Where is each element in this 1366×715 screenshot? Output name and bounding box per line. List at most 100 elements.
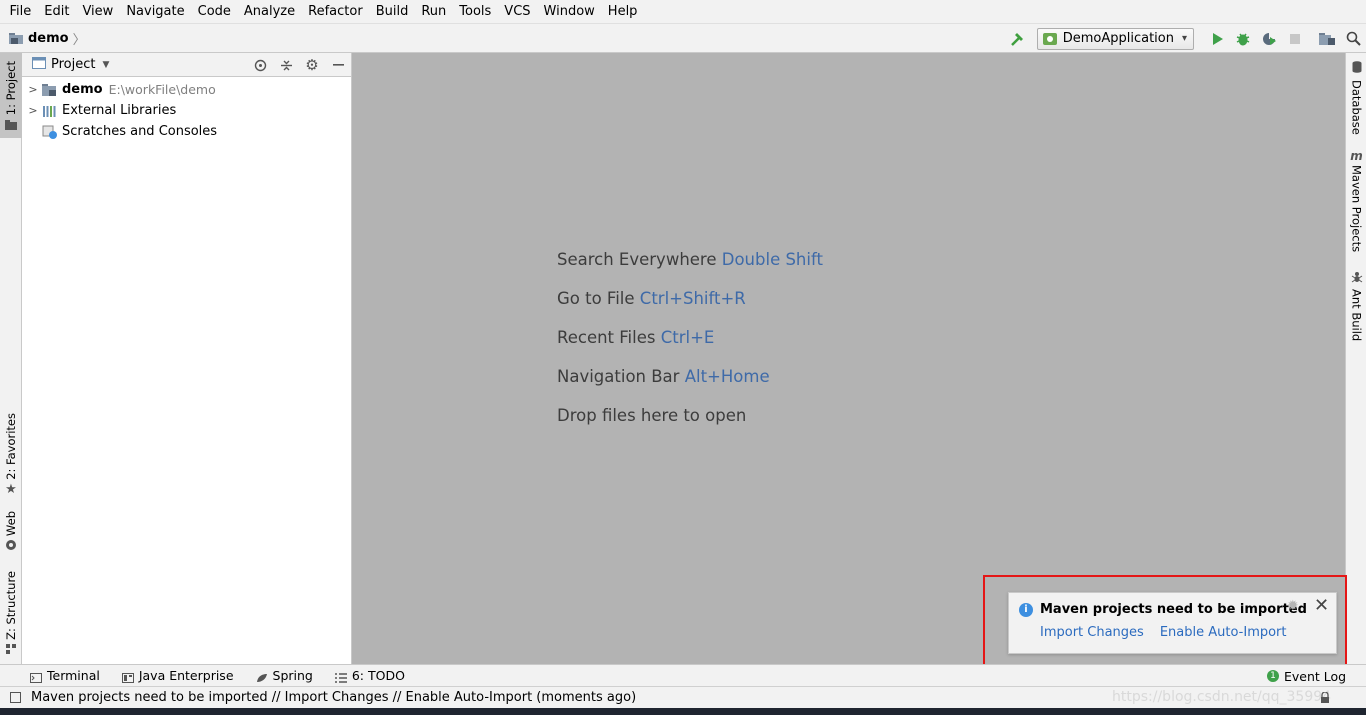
breadcrumb-chevron-icon: 〉	[72, 32, 86, 48]
tool-window-ant-build-label: Ant Build	[1349, 289, 1364, 342]
scroll-from-source-icon[interactable]	[247, 53, 273, 77]
hint-drop-files: Drop files here to open	[557, 406, 747, 425]
maven-import-notification: i Maven projects need to be imported ✹ ✕…	[1008, 592, 1337, 654]
right-tool-stripe: Database m Maven Projects Ant Build	[1345, 53, 1366, 664]
tree-item-scratches[interactable]: Scratches and Consoles	[22, 121, 351, 142]
import-changes-link[interactable]: Import Changes	[1040, 625, 1144, 640]
menu-view[interactable]: View	[76, 0, 120, 24]
tree-item-demo[interactable]: > demo E:\workFile\demo	[22, 79, 351, 100]
status-message[interactable]: Maven projects need to be imported // Im…	[31, 690, 636, 705]
tool-window-database[interactable]: Database	[1346, 61, 1366, 135]
menu-file[interactable]: File	[3, 0, 38, 24]
globe-icon	[5, 539, 17, 555]
expand-arrow-icon[interactable]: >	[22, 83, 42, 96]
hint-search-everywhere: Search Everywhere Double Shift	[557, 250, 823, 269]
project-tool-window: Project ▼ ⚙ > demo E:\workFile\demo > Ex…	[22, 53, 352, 664]
project-view-title[interactable]: Project	[51, 57, 95, 72]
navigation-bar: demo 〉 DemoApplication ▾	[0, 24, 1366, 53]
tool-window-event-log[interactable]: 1 Event Log	[1267, 665, 1346, 687]
hide-icon[interactable]	[325, 53, 351, 77]
menu-window[interactable]: Window	[537, 0, 601, 24]
star-icon: ★	[5, 481, 17, 497]
tree-item-path: E:\workFile\demo	[108, 82, 216, 97]
run-configuration-label: DemoApplication	[1062, 31, 1174, 46]
menu-build[interactable]: Build	[369, 0, 415, 24]
menu-help[interactable]: Help	[601, 0, 644, 24]
tool-window-ant-build[interactable]: Ant Build	[1346, 271, 1366, 341]
breadcrumb[interactable]: demo 〉	[9, 29, 86, 48]
tool-window-web-label: Web	[4, 511, 18, 537]
tool-window-java-enterprise[interactable]: Java Enterprise	[121, 668, 234, 683]
chevron-down-icon: ▾	[1181, 33, 1187, 44]
close-icon[interactable]: ✕	[1314, 595, 1329, 616]
hint-shortcut: Double Shift	[721, 250, 823, 269]
left-tool-stripe: 1: Project 2: Favorites ★ Web Z: Structu…	[0, 53, 22, 664]
project-panel-header: Project ▼ ⚙	[22, 53, 351, 77]
scratches-icon	[42, 125, 58, 139]
libraries-icon	[42, 104, 58, 118]
todo-list-icon	[334, 671, 347, 683]
terminal-icon	[30, 671, 42, 683]
project-structure-icon[interactable]	[1314, 28, 1340, 50]
lock-icon[interactable]	[1320, 691, 1330, 704]
breadcrumb-project[interactable]: demo	[28, 31, 69, 46]
tool-window-terminal-label: Terminal	[47, 668, 100, 683]
collapse-all-icon[interactable]	[273, 53, 299, 77]
editor-hints: Search Everywhere Double Shift Go to Fil…	[557, 249, 823, 444]
hint-go-to-file: Go to File Ctrl+Shift+R	[557, 289, 746, 308]
maven-icon: m	[1350, 149, 1363, 163]
gear-icon[interactable]: ⚙	[299, 53, 325, 77]
tool-window-event-log-label: Event Log	[1284, 668, 1347, 684]
debug-icon[interactable]	[1230, 28, 1256, 50]
gear-icon[interactable]: ✹	[1287, 598, 1299, 614]
menu-edit[interactable]: Edit	[38, 0, 76, 24]
enable-auto-import-link[interactable]: Enable Auto-Import	[1160, 625, 1287, 640]
tool-window-favorites-label: 2: Favorites	[4, 413, 18, 480]
menu-code[interactable]: Code	[191, 0, 237, 24]
tool-window-spring-label: Spring	[272, 668, 313, 683]
hint-shortcut: Ctrl+Shift+R	[639, 289, 746, 308]
menu-analyze[interactable]: Analyze	[237, 0, 301, 24]
run-icon[interactable]	[1204, 28, 1230, 50]
java-enterprise-icon	[121, 671, 134, 683]
stop-icon[interactable]	[1282, 28, 1308, 50]
tool-window-maven[interactable]: m Maven Projects	[1346, 149, 1366, 252]
hint-navigation-bar: Navigation Bar Alt+Home	[557, 367, 770, 386]
tool-window-java-enterprise-label: Java Enterprise	[138, 668, 234, 683]
database-icon	[1352, 61, 1362, 77]
menu-vcs[interactable]: VCS	[498, 0, 537, 24]
toggle-tool-windows-icon[interactable]	[10, 692, 21, 703]
tree-item-label: External Libraries	[62, 103, 177, 118]
tool-window-web[interactable]: Web	[0, 511, 22, 557]
watermark-text: https://blog.csdn.net/qq_35994	[1112, 689, 1332, 705]
tree-item-label: demo	[62, 82, 103, 97]
tree-item-label: Scratches and Consoles	[62, 124, 218, 139]
run-with-coverage-icon[interactable]	[1256, 28, 1282, 50]
tool-window-project[interactable]: 1: Project	[0, 53, 22, 138]
menu-navigate[interactable]: Navigate	[120, 0, 191, 24]
os-taskbar	[0, 708, 1366, 715]
run-configuration-select[interactable]: DemoApplication ▾	[1036, 27, 1194, 50]
build-hammer-icon[interactable]	[1005, 28, 1031, 50]
tool-window-maven-label: Maven Projects	[1349, 165, 1364, 253]
tool-window-structure[interactable]: Z: Structure	[0, 571, 22, 655]
status-bar: Maven projects need to be imported // Im…	[0, 686, 1366, 708]
tool-window-spring[interactable]: Spring	[256, 668, 313, 683]
tree-item-external-libraries[interactable]: > External Libraries	[22, 100, 351, 121]
notification-links: Import Changes Enable Auto-Import	[1040, 625, 1303, 640]
menu-refactor[interactable]: Refactor	[302, 0, 370, 24]
project-view-icon	[32, 56, 46, 73]
folder-icon	[5, 119, 17, 134]
hint-shortcut: Alt+Home	[684, 367, 770, 386]
menu-tools[interactable]: Tools	[453, 0, 498, 24]
tool-window-todo[interactable]: 6: TODO	[334, 668, 405, 683]
search-everywhere-icon[interactable]	[1340, 28, 1366, 50]
tool-window-favorites[interactable]: 2: Favorites ★	[0, 413, 22, 497]
menu-run[interactable]: Run	[415, 0, 453, 24]
project-tree: > demo E:\workFile\demo > External Libra…	[22, 77, 351, 142]
tool-window-database-label: Database	[1349, 80, 1364, 135]
editor-empty-area[interactable]: Search Everywhere Double Shift Go to Fil…	[352, 53, 1345, 664]
chevron-down-icon[interactable]: ▼	[102, 60, 109, 70]
expand-arrow-icon[interactable]: >	[22, 104, 42, 117]
tool-window-terminal[interactable]: Terminal	[30, 668, 100, 683]
